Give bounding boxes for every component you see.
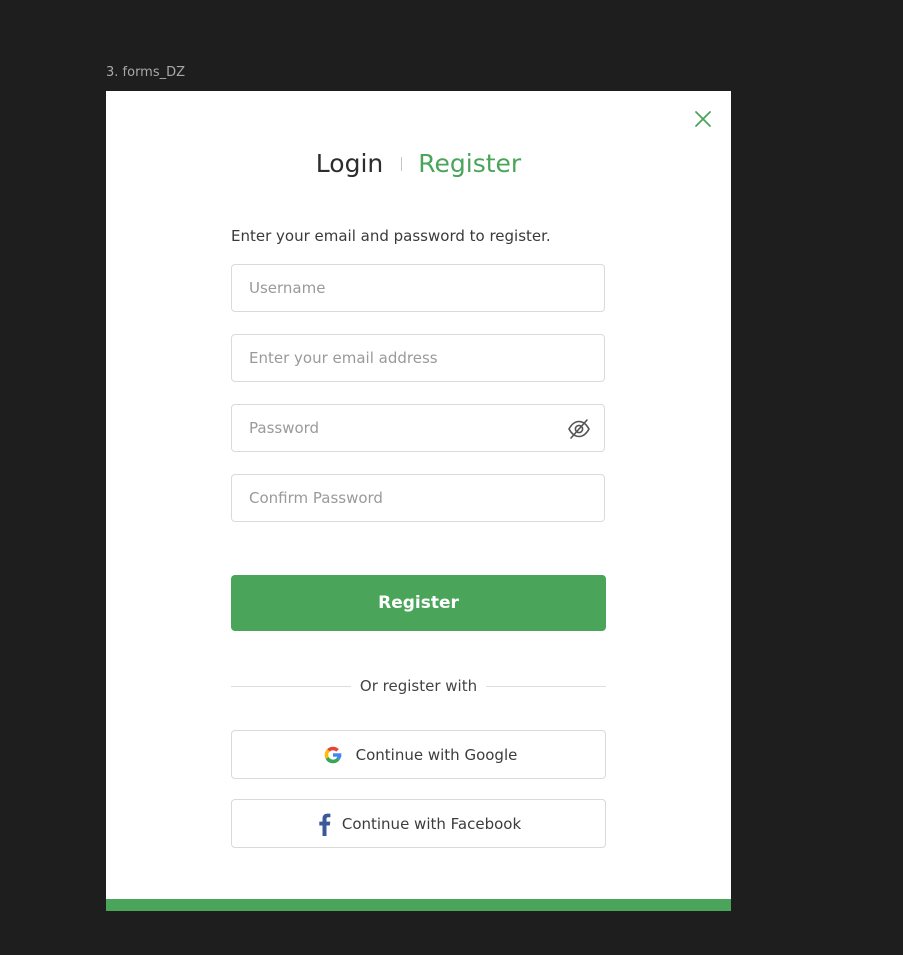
google-icon	[320, 742, 346, 768]
auth-tabs: Login Register	[106, 149, 731, 178]
accent-bar	[106, 899, 731, 911]
google-button[interactable]: Continue with Google	[231, 730, 606, 779]
register-modal: Login Register Enter your email and pass…	[106, 91, 731, 911]
email-field	[231, 334, 605, 382]
tab-separator	[401, 156, 403, 171]
divider-line-right	[486, 685, 606, 687]
close-icon	[695, 111, 711, 127]
google-button-label: Continue with Google	[355, 745, 518, 764]
facebook-button-label: Continue with Facebook	[341, 814, 522, 833]
frame-label: 3. forms_DZ	[106, 65, 186, 80]
password-field	[231, 404, 605, 452]
eye-off-icon[interactable]	[567, 418, 591, 440]
divider-line-left	[231, 685, 351, 687]
email-input[interactable]	[232, 335, 604, 381]
password-input[interactable]	[232, 405, 604, 451]
confirm-password-field	[231, 474, 605, 522]
facebook-icon	[316, 811, 332, 837]
form-instruction: Enter your email and password to registe…	[231, 227, 551, 245]
social-divider: Or register with	[231, 676, 606, 696]
tab-login[interactable]: Login	[316, 149, 383, 178]
register-button[interactable]: Register	[231, 575, 606, 631]
confirm-password-input[interactable]	[232, 475, 604, 521]
close-button[interactable]	[692, 108, 714, 130]
facebook-button[interactable]: Continue with Facebook	[231, 799, 606, 848]
divider-text: Or register with	[359, 677, 478, 695]
username-field	[231, 264, 605, 312]
tab-register[interactable]: Register	[418, 149, 521, 178]
username-input[interactable]	[232, 265, 604, 311]
